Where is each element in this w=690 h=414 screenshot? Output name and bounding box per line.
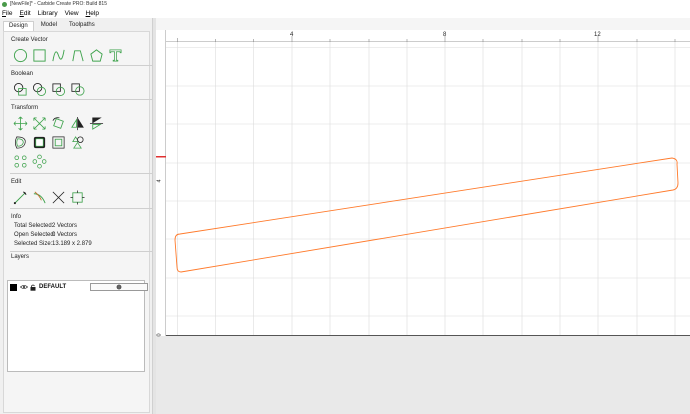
total-selected-label: Total Selected: <box>14 223 54 229</box>
tab-model[interactable]: Model <box>36 21 62 31</box>
polygon-icon[interactable] <box>88 47 104 63</box>
left-panel: Design Model Toolpaths Create Vector Boo… <box>0 18 152 414</box>
separator <box>10 251 152 252</box>
separator <box>10 65 152 66</box>
selected-size-row: Selected Size: 13.189 x 2.879 <box>14 241 92 247</box>
section-info: Info <box>11 214 22 220</box>
weld-icon[interactable] <box>69 81 85 97</box>
boundary-icon[interactable] <box>50 134 66 150</box>
menu-edit[interactable]: Edit <box>20 10 31 17</box>
origin-marker <box>156 156 166 158</box>
align-icon[interactable] <box>69 134 85 150</box>
intersect-icon[interactable] <box>50 81 66 97</box>
design-canvas-area: 4 8 12 4 0 <box>156 18 690 414</box>
subtract-icon[interactable] <box>31 81 47 97</box>
layer-name: DEFAULT <box>39 284 67 290</box>
open-selected-label: Open Selected: <box>14 232 56 238</box>
create-vector-tools <box>12 47 126 63</box>
menu-file[interactable]: File <box>2 10 13 17</box>
text-icon[interactable] <box>107 47 123 63</box>
scale-icon[interactable] <box>31 115 47 131</box>
eye-icon[interactable] <box>20 284 28 290</box>
ruler-x-ticks <box>177 36 676 42</box>
open-selected-value: 0 Vectors <box>52 232 78 238</box>
app-icon <box>2 1 7 7</box>
tab-design[interactable]: Design <box>3 21 34 31</box>
tab-toolpaths[interactable]: Toolpaths <box>64 21 100 31</box>
transform-tools-row3 <box>12 153 50 169</box>
separator <box>10 208 152 209</box>
open-selected-row: Open Selected: 0 Vectors <box>14 232 77 238</box>
lock-icon[interactable] <box>30 284 36 291</box>
offset-icon[interactable] <box>12 134 28 150</box>
separator <box>10 99 152 100</box>
transform-tools-row2 <box>12 134 88 150</box>
node-edit-icon[interactable] <box>12 189 28 205</box>
move-icon[interactable] <box>12 115 28 131</box>
menu-bar: File Edit Library View Help <box>0 8 690 18</box>
edit-tools <box>12 189 88 205</box>
rectangle-icon[interactable] <box>31 47 47 63</box>
layer-color-swatch[interactable] <box>10 283 17 291</box>
menu-library[interactable]: Library <box>38 10 58 17</box>
polyline-icon[interactable] <box>69 47 85 63</box>
menu-help[interactable]: Help <box>86 10 99 17</box>
layer-settings-button[interactable] <box>90 283 148 291</box>
inset-icon[interactable] <box>31 134 47 150</box>
section-layers: Layers <box>11 254 30 260</box>
cut-icon[interactable] <box>50 189 66 205</box>
grid-and-vectors <box>166 42 690 336</box>
horizontal-ruler: 4 8 12 <box>166 30 690 42</box>
circle-icon[interactable] <box>12 47 28 63</box>
selected-size-label: Selected Size: <box>14 241 53 247</box>
section-transform: Transform <box>11 105 39 111</box>
gear-icon <box>116 284 122 290</box>
union-icon[interactable] <box>12 81 28 97</box>
ruler-y-ticks <box>156 156 166 158</box>
curve-icon[interactable] <box>50 47 66 63</box>
trim-icon[interactable] <box>31 189 47 205</box>
section-edit: Edit <box>11 179 22 185</box>
canvas-grid[interactable] <box>166 42 690 336</box>
section-create-vector: Create Vector <box>11 37 48 43</box>
transform-tools-row1 <box>12 115 107 131</box>
mirror-vertical-icon[interactable] <box>88 115 104 131</box>
circular-array-icon[interactable] <box>31 153 47 169</box>
total-selected-value: 2 Vectors <box>52 223 78 229</box>
canvas-toolbar <box>156 18 690 30</box>
section-boolean: Boolean <box>11 71 34 77</box>
separator <box>10 173 152 174</box>
selected-vector[interactable] <box>174 157 679 273</box>
join-icon[interactable] <box>69 189 85 205</box>
total-selected-row: Total Selected: 2 Vectors <box>14 223 77 229</box>
menu-view[interactable]: View <box>65 10 79 17</box>
rotate-icon[interactable] <box>50 115 66 131</box>
array-icon[interactable] <box>12 153 28 169</box>
selected-size-value: 13.189 x 2.879 <box>52 241 92 247</box>
layer-row[interactable]: DEFAULT <box>10 283 148 291</box>
boolean-tools <box>12 81 88 97</box>
mirror-horizontal-icon[interactable] <box>69 115 85 131</box>
window-title: [NewFile]* - Carbide Create PRO: Build 8… <box>10 1 107 7</box>
layers-list: DEFAULT <box>7 280 148 372</box>
panel-tabs: Design Model Toolpaths <box>3 21 102 31</box>
title-bar: [NewFile]* - Carbide Create PRO: Build 8… <box>0 0 690 8</box>
vertical-ruler: 4 0 <box>156 30 166 337</box>
